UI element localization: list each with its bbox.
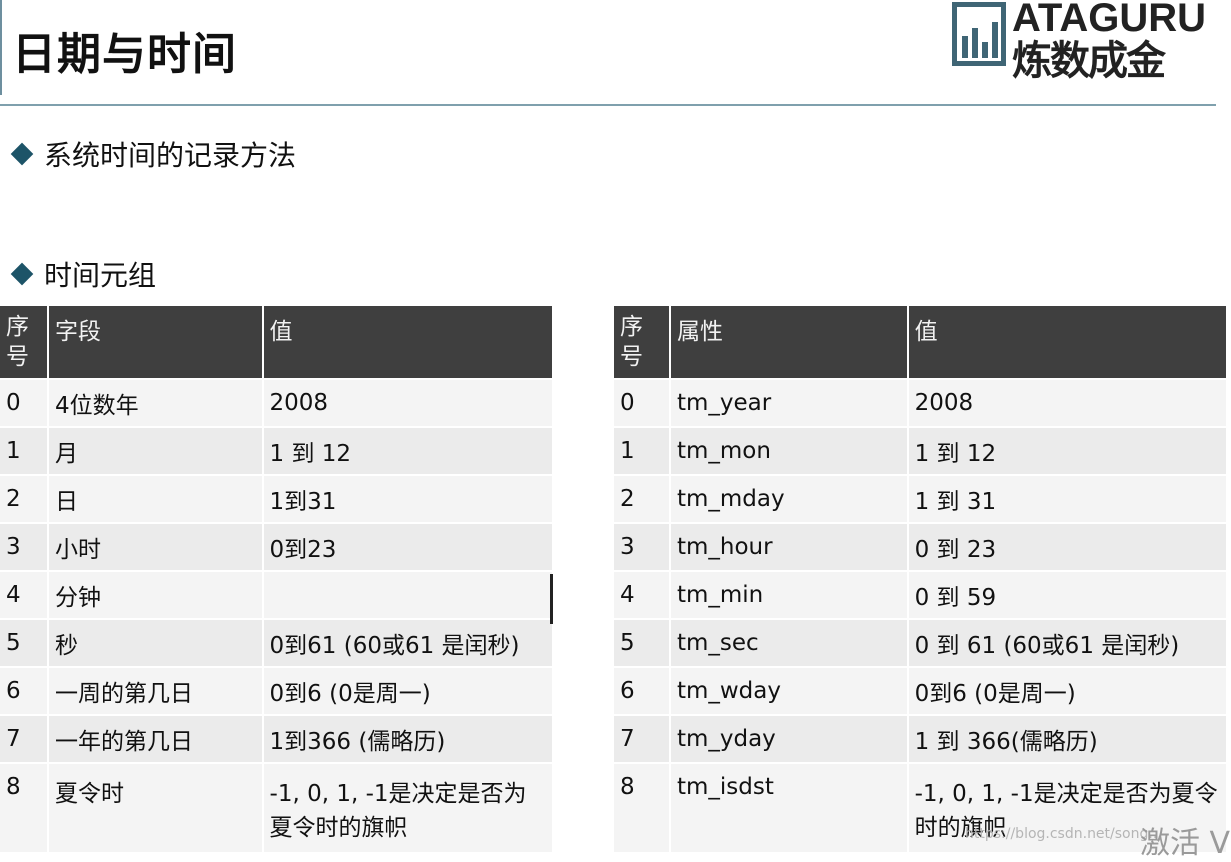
header-divider [0, 104, 1216, 106]
cell-index: 3 [614, 523, 671, 572]
cell-attribute: tm_year [669, 379, 909, 428]
cell-value [262, 571, 555, 620]
table-row: 0 4位数年 2008 [0, 379, 555, 428]
table-row: 0 tm_year 2008 [614, 379, 1229, 428]
header-value: 值 [262, 306, 555, 380]
table-row: 6 tm_wday 0到6 (0是周一) [614, 667, 1229, 716]
table-row: 6 一周的第几日 0到6 (0是周一) [0, 667, 555, 716]
cell-index: 2 [614, 475, 671, 524]
cell-value: 0到6 (0是周一) [262, 667, 555, 716]
cell-index: 0 [614, 379, 671, 428]
activation-watermark: 激活 V [1140, 826, 1231, 861]
cell-field: 夏令时 [47, 763, 264, 854]
cell-index: 0 [0, 379, 49, 428]
cell-attribute: tm_yday [669, 715, 909, 764]
cell-value: 1 到 366(儒略历) [907, 715, 1229, 764]
cell-attribute: tm_isdst [669, 763, 909, 854]
left-accent-rule [0, 0, 2, 95]
table-row: 4 tm_min 0 到 59 [614, 571, 1229, 620]
cell-field: 月 [47, 427, 264, 476]
cell-index: 7 [614, 715, 671, 764]
table-header-row: 序号 字段 值 [0, 306, 555, 380]
diamond-bullet-icon [10, 262, 34, 286]
cell-attribute: tm_mon [669, 427, 909, 476]
cell-index: 7 [0, 715, 49, 764]
cell-value: 1 到 12 [907, 427, 1229, 476]
cell-attribute: tm_sec [669, 619, 909, 668]
table-row: 2 日 1到31 [0, 475, 555, 524]
table-header-row: 序号 属性 值 [614, 306, 1229, 380]
cell-value: 0到61 (60或61 是闰秒) [262, 619, 555, 668]
logo-mark-icon [952, 2, 1006, 66]
cell-field: 日 [47, 475, 264, 524]
cell-value: 0到6 (0是周一) [907, 667, 1229, 716]
cell-index: 8 [0, 763, 49, 854]
table-edge-mark [550, 574, 553, 624]
cell-index: 5 [614, 619, 671, 668]
cell-field: 小时 [47, 523, 264, 572]
header-value: 值 [907, 306, 1229, 380]
cell-value: 1到31 [262, 475, 555, 524]
cell-index: 1 [614, 427, 671, 476]
cell-index: 4 [0, 571, 49, 620]
logo-text-cn: 炼数成金 [1012, 38, 1166, 84]
table-row: 3 tm_hour 0 到 23 [614, 523, 1229, 572]
header-field: 字段 [47, 306, 264, 380]
cell-index: 5 [0, 619, 49, 668]
time-tuple-attributes-table: 序号 属性 值 0 tm_year 2008 1 tm_mon 1 到 12 2 tm_m… [614, 306, 1229, 854]
table-row: 2 tm_mday 1 到 31 [614, 475, 1229, 524]
table-row: 1月1 到 12 [0, 427, 555, 476]
cell-index: 6 [614, 667, 671, 716]
cell-index: 2 [0, 475, 49, 524]
cell-field: 分钟 [47, 571, 264, 620]
table-row: 8 夏令时 -1, 0, 1, -1是决定是否为夏令时的旗帜 [0, 763, 555, 854]
cell-index: 1 [0, 427, 49, 476]
table-row: 3 小时 0到23 [0, 523, 555, 572]
cell-attribute: tm_wday [669, 667, 909, 716]
cell-value: 0 到 61 (60或61 是闰秒) [907, 619, 1229, 668]
table-row: 1 tm_mon 1 到 12 [614, 427, 1229, 476]
table-row: 5 秒 0到61 (60或61 是闰秒) [0, 619, 555, 668]
cell-value: 1 到 12 [262, 427, 555, 476]
cell-attribute: tm_min [669, 571, 909, 620]
table-row: 5 tm_sec 0 到 61 (60或61 是闰秒) [614, 619, 1229, 668]
cell-value: 0 到 59 [907, 571, 1229, 620]
bullet-text: 时间元组 [44, 259, 157, 292]
cell-value: 1到366 (儒略历) [262, 715, 555, 764]
cell-value: -1, 0, 1, -1是决定是否为夏令时的旗帜 [262, 763, 555, 854]
cell-index: 4 [614, 571, 671, 620]
cell-field: 一年的第几日 [47, 715, 264, 764]
table-row: 4 分钟 [0, 571, 555, 620]
bullet-time-tuple: 时间元组 [10, 254, 157, 294]
cell-index: 6 [0, 667, 49, 716]
cell-value: 2008 [262, 379, 555, 428]
cell-value: 1 到 31 [907, 475, 1229, 524]
table-row: 7 tm_yday 1 到 366(儒略历) [614, 715, 1229, 764]
bullet-system-time: 系统时间的记录方法 [10, 134, 297, 174]
cell-value: 0到23 [262, 523, 555, 572]
cell-value: 2008 [907, 379, 1229, 428]
cell-index: 3 [0, 523, 49, 572]
cell-value: 0 到 23 [907, 523, 1229, 572]
diamond-bullet-icon [10, 142, 34, 166]
cell-field: 4位数年 [47, 379, 264, 428]
watermark-url: https://blog.csdn.net/song... [965, 826, 1162, 842]
header-seq: 序号 [0, 306, 49, 380]
ataguru-logo: ATAGURU 炼数成金 [950, 0, 1220, 84]
cell-index: 8 [614, 763, 671, 854]
header-seq: 序号 [614, 306, 671, 380]
time-tuple-fields-table: 序号 字段 值 0 4位数年 2008 1月1 到 12 2 日 1到31 3 小时 0到2… [0, 306, 555, 854]
cell-field: 一周的第几日 [47, 667, 264, 716]
bullet-text: 系统时间的记录方法 [44, 139, 297, 172]
cell-field: 秒 [47, 619, 264, 668]
header-attribute: 属性 [669, 306, 909, 380]
cell-attribute: tm_mday [669, 475, 909, 524]
cell-attribute: tm_hour [669, 523, 909, 572]
page-title: 日期与时间 [12, 29, 237, 80]
table-row: 7 一年的第几日 1到366 (儒略历) [0, 715, 555, 764]
